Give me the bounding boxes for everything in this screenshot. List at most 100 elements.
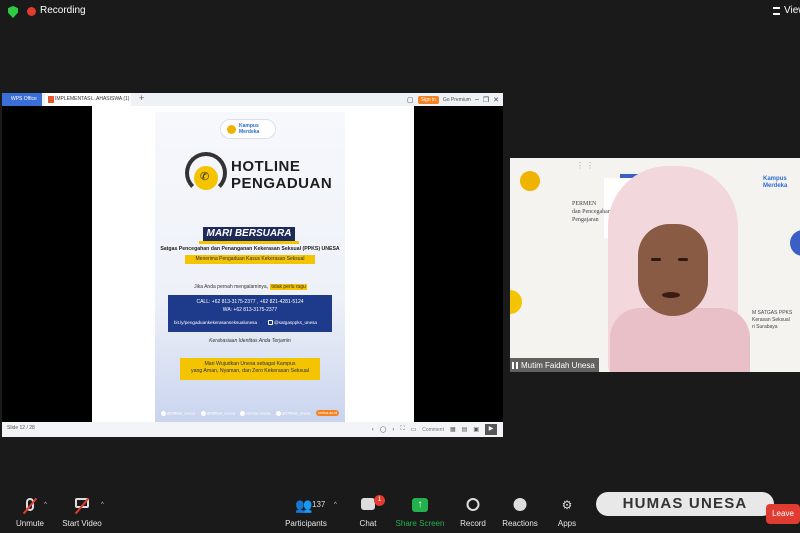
- go-premium-button[interactable]: Go Premium: [443, 97, 471, 103]
- phone-icon: ✆: [200, 171, 210, 183]
- presenter-shoulders: [610, 308, 750, 372]
- participants-button[interactable]: 👥 137 Participants: [276, 488, 336, 533]
- background-dots: ⋮⋮: [576, 161, 596, 170]
- instagram-icon: [268, 320, 273, 326]
- apps-button[interactable]: ⚙ Apps: [537, 488, 597, 533]
- start-video-button[interactable]: Start Video: [52, 488, 112, 533]
- participant-video-tile[interactable]: ⋮⋮ PERMEN dan Pencegahan Pengajaran Kamp…: [510, 158, 800, 372]
- prompt-highlight: tidak perlu ragu: [270, 284, 307, 290]
- audio-bars-icon: [512, 361, 518, 369]
- poster-slogan: MARI BERSUARA: [203, 227, 295, 241]
- humas-unesa-watermark: HUMAS UNESA: [596, 492, 774, 516]
- slide-canvas: Kampus Merdeka ✆ HOTLINE PENGADUAN MARI …: [2, 106, 503, 422]
- notes-icon[interactable]: ▭: [411, 426, 417, 433]
- bg-line7: ri Surabaya: [752, 324, 778, 330]
- reactions-smiley-icon: [513, 498, 527, 511]
- closing-line1: Mari Wujudkan Unesa sebagai Kampus: [204, 361, 296, 367]
- poster-title-line1: HOTLINE: [231, 158, 301, 175]
- chat-icon: [361, 498, 375, 510]
- reading-view-icon[interactable]: ▣: [473, 426, 479, 433]
- bg-line3: Pengajaran: [572, 217, 599, 223]
- poster-banner: Menerima Pengaduan Kasus Kekerasan Seksu…: [185, 255, 315, 264]
- bg-line2: dan Pencegahan: [572, 209, 611, 215]
- close-icon[interactable]: ✕: [493, 96, 499, 104]
- presentation-file-icon: [48, 96, 54, 103]
- hotline-poster: Kampus Merdeka ✆ HOTLINE PENGADUAN MARI …: [155, 112, 492, 422]
- chat-unread-badge: 1: [374, 495, 385, 506]
- next-slide-icon[interactable]: ›: [392, 427, 394, 433]
- kampus-merdeka-logo: Kampus Merdeka: [220, 119, 276, 139]
- normal-view-icon[interactable]: ▦: [450, 426, 456, 433]
- share-screen-button[interactable]: ↑ Share Screen: [390, 488, 450, 533]
- share-screen-icon: ↑: [412, 498, 428, 512]
- view-button[interactable]: View: [784, 5, 800, 16]
- layout-icon[interactable]: ▢: [407, 96, 414, 104]
- call-numbers: CALL: +62 813-3175-2377 , +62 821-4281-5…: [196, 299, 304, 305]
- social-footer: @Official_Unesa @Official_Unesa Humas Un…: [155, 406, 345, 420]
- background-yellow-circle: [510, 290, 522, 314]
- emblem-icon: [227, 125, 236, 134]
- closing-banner: Mari Wujudkan Unesa sebagai Kampus yang …: [180, 358, 320, 380]
- play-slideshow-button[interactable]: ▶: [485, 424, 497, 435]
- minimize-icon[interactable]: –: [475, 96, 479, 103]
- instagram-handle: @satgasppks_unesa: [268, 320, 317, 326]
- document-tab[interactable]: IMPLEMENTASI...AHASISWA (1): [45, 93, 131, 106]
- participant-count: 137: [312, 500, 326, 509]
- social-facebook: Humas Unesa: [240, 410, 271, 416]
- participants-chevron-icon[interactable]: ^: [334, 502, 337, 508]
- slide-counter: Slide 12 / 28: [7, 425, 35, 431]
- background-kampus-logo: Kampus Merdeka: [763, 176, 788, 189]
- fit-icon[interactable]: ⛶: [400, 426, 404, 433]
- new-tab-button[interactable]: +: [139, 93, 144, 103]
- presenter-eye-right: [678, 258, 688, 261]
- recording-indicator-icon: [27, 7, 36, 16]
- social-instagram: @Official_Unesa: [160, 410, 195, 416]
- chat-button[interactable]: 1 Chat: [338, 488, 398, 533]
- wps-window-controls: ▢ Sign in Go Premium – ❐ ✕: [407, 93, 499, 106]
- view-grid-icon[interactable]: [773, 7, 780, 15]
- report-link: bit.ly/pengaduankekerasanseksualunesa: [174, 320, 258, 325]
- restore-icon[interactable]: ❐: [483, 96, 489, 104]
- social-website: unesa.ac.id: [315, 410, 340, 416]
- participant-name-tag: Mutim Faidah Unesa: [510, 358, 599, 372]
- presenter-mouth: [662, 292, 680, 298]
- start-video-label: Start Video: [62, 519, 102, 528]
- share-screen-label: Share Screen: [395, 519, 445, 528]
- presenter-face: [638, 224, 708, 316]
- participants-icon: 👥: [295, 497, 313, 513]
- bg-line1: PERMEN: [572, 201, 597, 207]
- chat-label: Chat: [359, 519, 377, 528]
- presenter-eye-left: [651, 258, 661, 261]
- emblem-icon: [520, 171, 540, 191]
- meeting-top-bar: Recording View: [0, 0, 800, 24]
- prompt-prefix: Jika Anda pernah mengalaminya,: [194, 284, 269, 290]
- bg-line6: Kerasan Seksual: [752, 317, 790, 323]
- previous-slide-icon[interactable]: ‹: [372, 427, 374, 433]
- recording-label: Recording: [40, 5, 86, 16]
- slogan-underline: [199, 241, 299, 244]
- status-controls: ‹ ◯ › ⛶ ▭ Comment ▦ ▤ ▣ ▶: [372, 423, 497, 436]
- instagram-text: @satgasppks_unesa: [274, 320, 317, 325]
- unmute-label: Unmute: [15, 519, 44, 528]
- unmute-button[interactable]: Unmute: [0, 488, 60, 533]
- audio-options-chevron-icon[interactable]: ^: [44, 502, 47, 508]
- poster-prompt: Jika Anda pernah mengalaminya, tidak per…: [155, 284, 345, 290]
- poster-org: Satgas Pencegahan dan Penanganan Kekeras…: [160, 246, 340, 252]
- sorter-view-icon[interactable]: ▤: [462, 426, 468, 433]
- poster-title-line2: PENGADUAN: [231, 175, 333, 192]
- contact-box: CALL: +62 813-3175-2377 , +62 821-4281-5…: [168, 295, 332, 332]
- wps-office-tab[interactable]: WPS Office: [2, 93, 42, 106]
- apps-label: Apps: [557, 519, 577, 528]
- sign-in-button[interactable]: Sign in: [417, 95, 439, 104]
- closing-line2: yang Aman, Nyaman, dan Zero Kekerasan Se…: [191, 368, 309, 374]
- comment-button[interactable]: Comment: [422, 427, 444, 433]
- background-text-right: M SATGAS PPKS Kerasan Seksual ri Surabay…: [752, 310, 792, 331]
- mouse-cursor-icon: [485, 386, 492, 396]
- record-icon: [466, 498, 480, 511]
- video-options-chevron-icon[interactable]: ^: [101, 502, 104, 508]
- wps-tab-bar: WPS Office IMPLEMENTASI...AHASISWA (1) +…: [2, 93, 503, 106]
- leave-button[interactable]: Leave: [766, 504, 800, 524]
- security-shield-icon[interactable]: [8, 6, 18, 18]
- playback-icon[interactable]: ◯: [380, 426, 387, 433]
- kampus-merdeka-text: Kampus Merdeka: [239, 123, 260, 135]
